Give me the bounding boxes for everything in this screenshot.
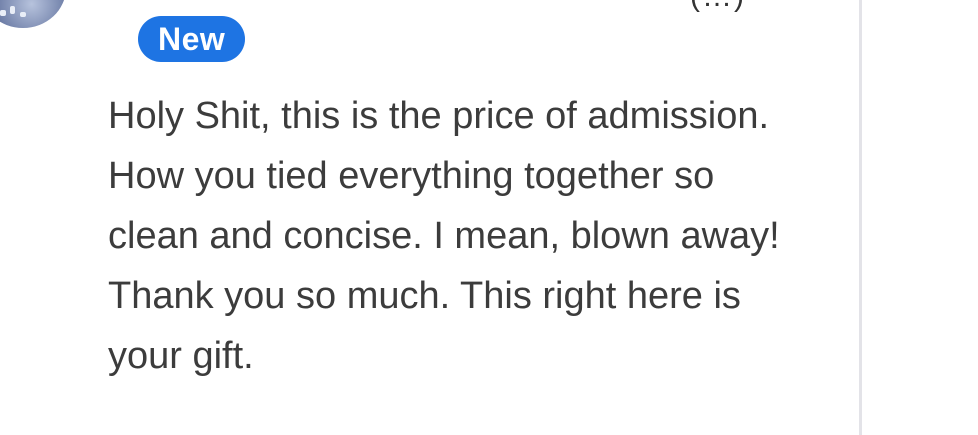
- comment-header-fragment: (…): [690, 0, 746, 12]
- avatar-detail: [0, 10, 6, 16]
- vertical-divider: [859, 0, 862, 435]
- avatar[interactable]: [0, 0, 66, 28]
- comment-text: Holy Shit, this is the price of admissio…: [108, 95, 780, 377]
- avatar-detail: [10, 6, 15, 14]
- new-badge: New: [138, 16, 246, 62]
- avatar-detail: [20, 12, 26, 17]
